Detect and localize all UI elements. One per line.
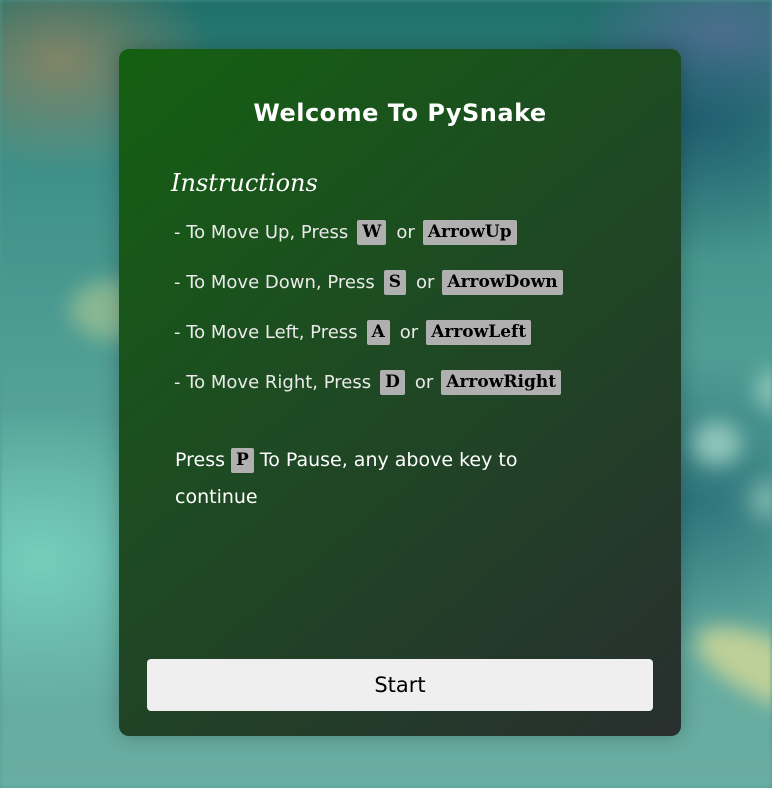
start-button[interactable]: Start: [147, 659, 653, 711]
key-badge-s: S: [383, 270, 406, 295]
background-food-dot: [748, 480, 772, 520]
key-badge-a: A: [366, 320, 390, 345]
welcome-modal: Welcome To PySnake Instructions - To Mov…: [119, 49, 681, 736]
key-badge-arrowright: ArrowRight: [441, 370, 562, 395]
key-badge-arrowdown: ArrowDown: [442, 270, 563, 295]
background-food-dot: [755, 370, 772, 410]
or-text: or: [396, 222, 415, 243]
pause-prefix: Press: [175, 449, 226, 471]
instruction-move-down: - To Move Down, Press S or ArrowDown: [174, 270, 563, 295]
or-text: or: [414, 372, 434, 393]
instruction-move-up: - To Move Up, Press W or ArrowUp: [174, 220, 517, 245]
instruction-move-left: - To Move Left, Press A or ArrowLeft: [174, 320, 532, 345]
key-badge-arrowleft: ArrowLeft: [426, 320, 532, 345]
instruction-text: - To Move Up, Press: [174, 222, 349, 243]
key-badge-p: P: [231, 448, 254, 473]
instruction-text: - To Move Right, Press: [174, 372, 372, 393]
or-text: or: [415, 272, 435, 293]
pause-suffix: To Pause, any above key to continue: [175, 449, 518, 508]
key-badge-w: W: [357, 220, 387, 245]
background-blob: [684, 609, 772, 731]
instructions-heading: Instructions: [171, 169, 318, 197]
instruction-move-right: - To Move Right, Press D or ArrowRight: [174, 370, 562, 395]
or-text: or: [399, 322, 419, 343]
pause-instruction: Press P To Pause, any above key to continu…: [175, 442, 565, 516]
modal-title: Welcome To PySnake: [253, 99, 547, 127]
key-badge-arrowup: ArrowUp: [422, 220, 517, 245]
instruction-text: - To Move Down, Press: [174, 272, 375, 293]
key-badge-d: D: [380, 370, 405, 395]
background-food-dot: [692, 422, 742, 466]
instruction-text: - To Move Left, Press: [174, 322, 358, 343]
